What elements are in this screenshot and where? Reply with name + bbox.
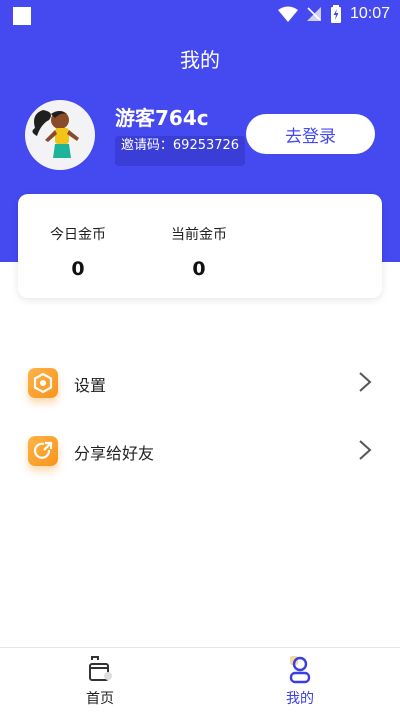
bottom-nav: 首页 我的 (0, 647, 400, 712)
today-coins-value: 0 (71, 258, 85, 280)
home-icon (89, 656, 112, 681)
menu-item-label: 设置 (74, 376, 107, 395)
coin-stats-card: 今日金币 0 当前金币 0 (18, 194, 382, 298)
notification-icon (13, 7, 31, 25)
menu-item-share[interactable]: 分享给好友 (0, 428, 400, 476)
today-coins-label: 今日金币 (50, 227, 106, 243)
current-coins-value: 0 (192, 258, 206, 280)
tab-home[interactable]: 首页 (0, 648, 200, 712)
page-title: 我的 (180, 48, 220, 72)
menu-item-label: 分享给好友 (74, 444, 155, 463)
wifi-icon (277, 6, 298, 22)
no-signal-icon (306, 7, 321, 21)
share-icon (28, 436, 58, 466)
user-icon (289, 656, 311, 684)
status-bar: 10:07 (0, 0, 400, 32)
today-coins: 今日金币 0 (38, 224, 118, 280)
tab-mine-label: 我的 (286, 691, 314, 707)
tab-mine[interactable]: 我的 (200, 648, 400, 712)
chevron-right-icon (359, 372, 372, 392)
current-coins-label: 当前金币 (171, 227, 227, 243)
battery-icon (330, 5, 341, 23)
hexagon-settings-icon (28, 368, 58, 398)
current-coins: 当前金币 0 (159, 224, 239, 280)
menu-item-settings[interactable]: 设置 (0, 360, 400, 408)
runner-avatar-icon (32, 110, 79, 158)
login-button[interactable]: 去登录 (246, 114, 375, 154)
avatar[interactable] (25, 100, 95, 170)
invite-code: 邀请码：69253726 (115, 136, 245, 166)
status-time: 10:07 (349, 5, 390, 22)
tab-home-label: 首页 (86, 691, 114, 707)
username: 游客764c (115, 106, 209, 130)
chevron-right-icon (359, 440, 372, 460)
